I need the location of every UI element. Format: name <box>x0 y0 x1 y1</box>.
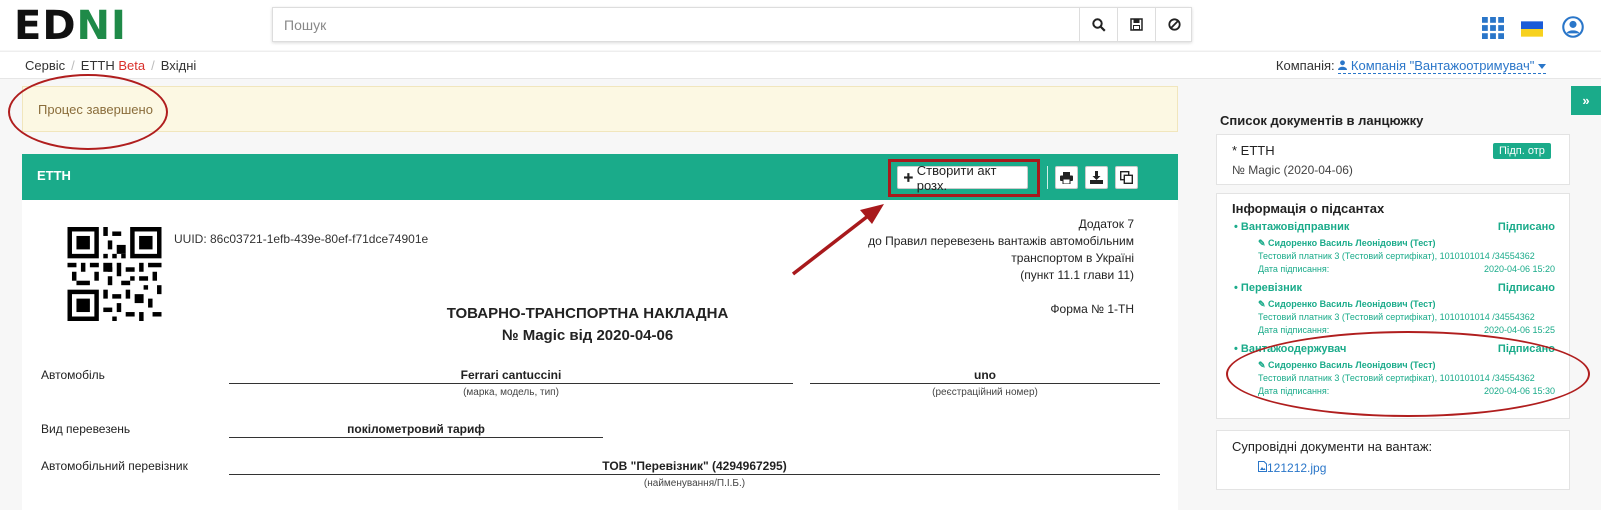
chain-document-number: № Magic (2020-04-06) <box>1232 163 1353 177</box>
user-icon <box>1338 60 1348 70</box>
attachments-card: Супровідні документи на вантаж: 121212.j… <box>1216 430 1570 490</box>
breadcrumb-item-ettn[interactable]: ЕТТН <box>81 58 115 73</box>
highlight-ellipse-status <box>8 74 168 150</box>
car-reg-value: uno <box>810 368 1160 384</box>
double-chevron-right-icon: » <box>1582 93 1590 108</box>
signing-date-label: Дата підписання: <box>1258 325 1330 335</box>
download-button[interactable] <box>1085 166 1108 189</box>
qr-code-image <box>67 227 162 321</box>
user-account-icon[interactable] <box>1562 16 1584 38</box>
copy-icon <box>1120 171 1133 184</box>
document-title-line: ТОВАРНО-ТРАНСПОРТНА НАКЛАДНА <box>446 305 729 322</box>
breadcrumb-item-service[interactable]: Сервіс <box>25 58 65 73</box>
signer-status: Підписано <box>1497 221 1555 233</box>
signing-date: 2020-04-06 15:20 <box>1483 264 1555 274</box>
signer-status: Підписано <box>1497 282 1555 294</box>
save-icon <box>1130 18 1143 31</box>
print-icon <box>1060 171 1073 184</box>
transport-type-label: Вид перевезень <box>41 422 131 436</box>
edin-logo[interactable]: EDNI <box>14 6 127 46</box>
company-name: Компанія "Вантажоотримувач" <box>1350 58 1535 73</box>
appendix-line: транспортом в Україні <box>1011 251 1134 265</box>
status-badge: Підп. отр <box>1493 143 1551 159</box>
appendix-line: (пункт 11.1 глави 11) <box>1020 268 1134 282</box>
breadcrumb-item-incoming[interactable]: Вхідні <box>161 58 197 73</box>
signer-person: ✎ Сидоренко Василь Леонідович (Тест) <box>1258 238 1436 248</box>
print-button[interactable] <box>1055 166 1078 189</box>
breadcrumb-bar: Сервіс / ЕТТН Beta / Вхідні Компанія: Компан… <box>0 51 1601 79</box>
form-number: Форма № 1-ТН <box>1050 302 1134 316</box>
document-title: ТОВАРНО-ТРАНСПОРТНА НАКЛАДНА № Magic від… <box>300 303 875 347</box>
carrier-value: ТОВ "Перевізник" (4294967295) <box>229 459 1160 475</box>
signers-title: Інформація о підсантах <box>1232 201 1385 216</box>
chain-documents-title: Список документів в ланцюжку <box>1220 113 1424 128</box>
car-reg-note: (реєстраційний номер) <box>932 387 1038 398</box>
search-icon <box>1091 17 1106 32</box>
car-model-note: (марка, модель, тип) <box>463 387 559 398</box>
company-dropdown[interactable]: Компанія "Вантажоотримувач" <box>1338 58 1546 74</box>
signer-person: ✎ Сидоренко Василь Леонідович (Тест) <box>1258 299 1436 309</box>
chain-document-card[interactable]: * ЕТТН Підп. отр № Magic (2020-04-06) <box>1216 134 1570 185</box>
search-bar <box>272 7 1192 42</box>
car-model-value: Ferrari cantuccini <box>229 368 793 384</box>
highlight-box-create-button <box>888 159 1040 197</box>
attachments-title: Супровідні документи на вантаж: <box>1232 439 1433 454</box>
signer-certificate: Тестовий платник 3 (Тестовий сертифікат)… <box>1258 251 1535 261</box>
panel-title: ЕТТН <box>37 168 71 183</box>
caret-down-icon <box>1538 64 1546 69</box>
signer-role: • Перевізник <box>1234 282 1302 294</box>
carrier-note: (найменування/П.І.Б.) <box>643 478 746 489</box>
copy-button[interactable] <box>1115 166 1138 189</box>
signing-date-label: Дата підписання: <box>1258 264 1330 274</box>
appendix-line: Додаток 7 <box>1078 217 1134 231</box>
search-button[interactable] <box>1079 8 1117 41</box>
highlight-ellipse-consignee <box>1226 331 1590 417</box>
transport-type-value: покілометровий тариф <box>229 422 603 438</box>
clear-icon <box>1168 18 1181 31</box>
save-search-button[interactable] <box>1117 8 1155 41</box>
signer-certificate: Тестовий платник 3 (Тестовий сертифікат)… <box>1258 312 1535 322</box>
car-label: Автомобіль <box>41 368 105 382</box>
breadcrumb: Сервіс / ЕТТН Beta / Вхідні <box>25 58 197 73</box>
document-appendix-note: Додаток 7 до Правил перевезень вантажів … <box>868 216 1134 284</box>
appendix-line: до Правил перевезень вантажів автомобіль… <box>868 234 1134 248</box>
document-number-line: № Magic від 2020-04-06 <box>501 327 674 344</box>
chain-document-name: * ЕТТН <box>1232 143 1275 158</box>
attachment-link[interactable]: 121212.jpg <box>1258 461 1326 475</box>
expand-sidebar-button[interactable]: » <box>1571 86 1601 115</box>
ukraine-flag-icon[interactable] <box>1521 18 1543 40</box>
document-uuid: UUID: 86c03721-1efb-439e-80ef-f71dce7490… <box>174 232 429 246</box>
download-icon <box>1090 171 1103 184</box>
process-status-alert: Процес завершено <box>22 86 1178 132</box>
clear-search-button[interactable] <box>1155 8 1193 41</box>
top-navbar: EDNI <box>0 0 1601 50</box>
file-image-icon <box>1258 461 1267 472</box>
toolbar-divider <box>1047 166 1048 189</box>
company-selector: Компанія: Компанія "Вантажоотримувач" <box>1275 58 1546 74</box>
signer-role: • Вантажовідправник <box>1234 221 1350 233</box>
signing-date: 2020-04-06 15:25 <box>1483 325 1555 335</box>
apps-grid-icon[interactable] <box>1482 17 1504 39</box>
carrier-label: Автомобільний перевізник <box>41 459 188 473</box>
beta-badge: Beta <box>118 58 146 73</box>
company-label: Компанія: <box>1275 58 1335 73</box>
search-input[interactable] <box>273 8 1079 41</box>
annotation-arrow <box>791 204 884 276</box>
